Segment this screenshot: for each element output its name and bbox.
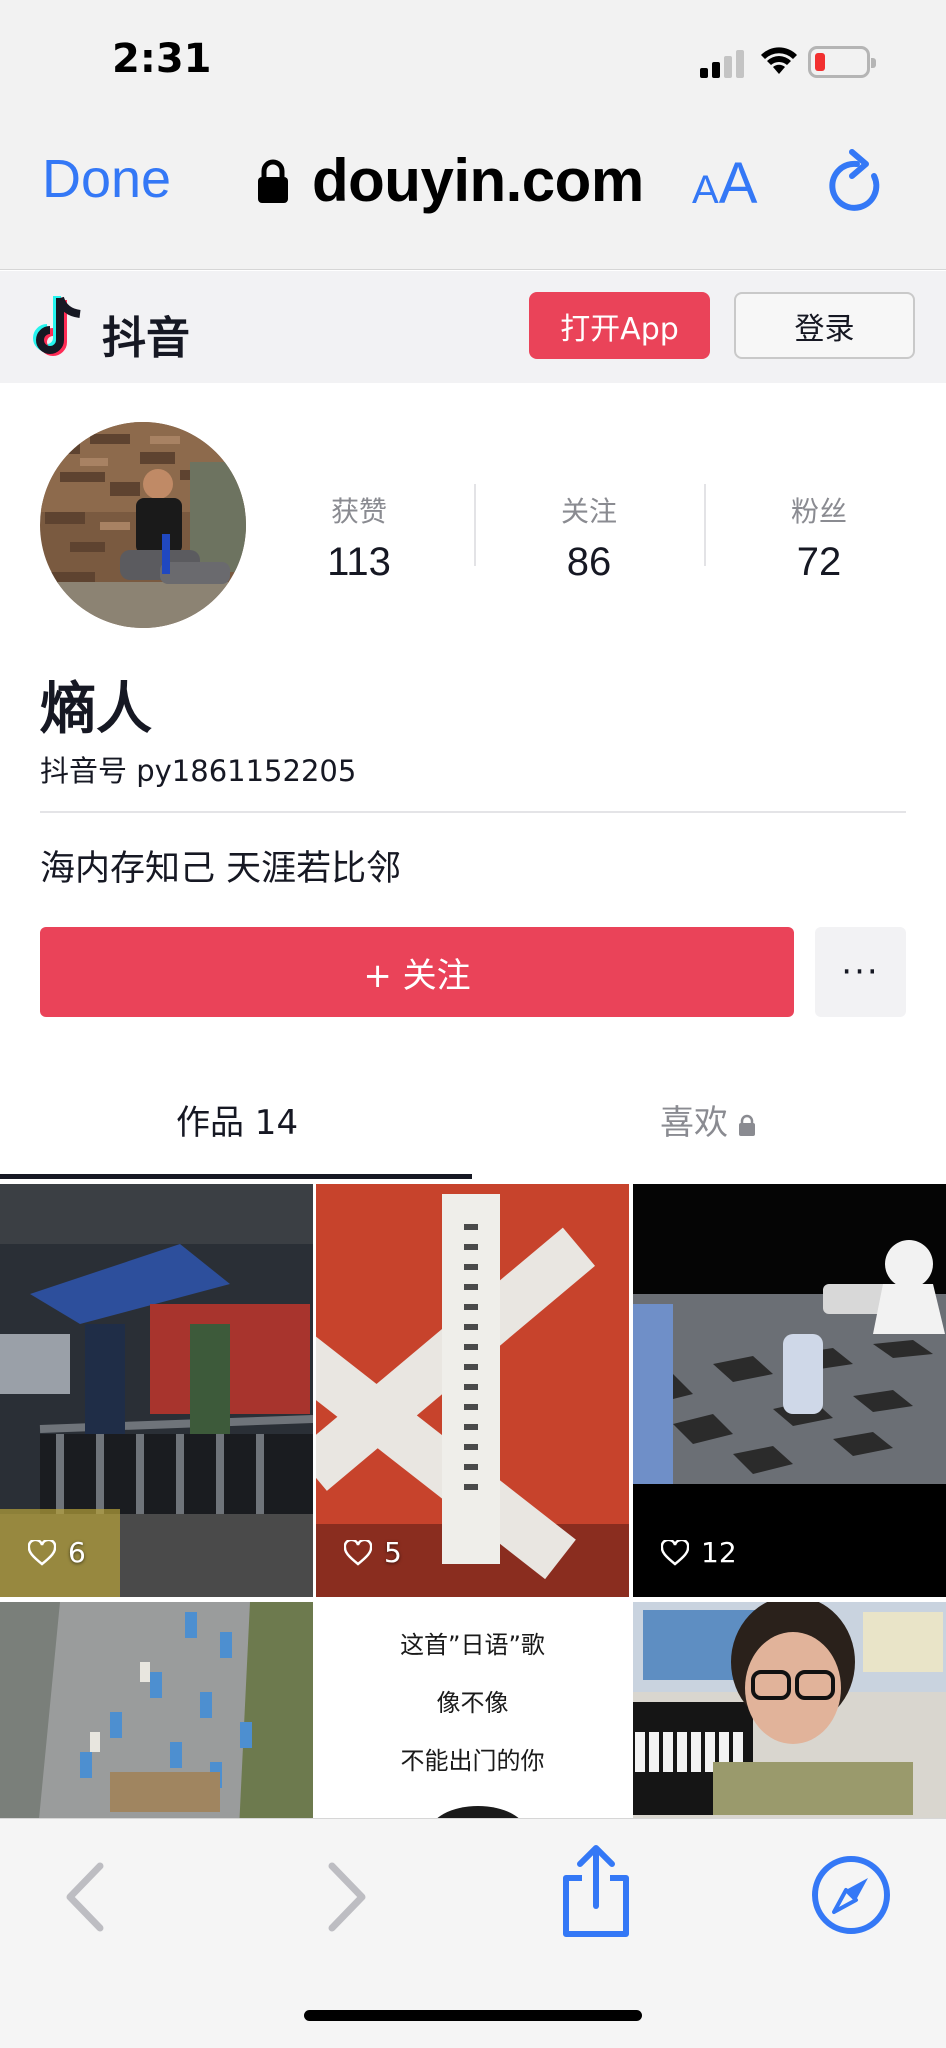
- forward-icon[interactable]: [326, 1862, 370, 1932]
- text-size-button[interactable]: AA: [692, 150, 757, 217]
- address-bar[interactable]: douyin.com: [312, 146, 644, 215]
- home-indicator: [304, 2010, 642, 2021]
- status-time: 2:31: [112, 36, 212, 82]
- stat-divider: [704, 484, 706, 566]
- status-bar: 2:31: [0, 0, 946, 120]
- video-caption: 这首”日语”歌 像不像 不能出门的你: [316, 1616, 629, 1790]
- stat-followers[interactable]: 粉丝 72: [739, 490, 899, 585]
- stat-followers-value: 72: [796, 540, 842, 584]
- reload-icon[interactable]: [826, 148, 888, 218]
- video-caption-line: 像不像: [436, 1689, 509, 1717]
- record-graphic: [437, 1806, 519, 1818]
- follow-button[interactable]: + 关注: [40, 927, 794, 1017]
- video-likes: 5: [344, 1536, 402, 1569]
- stat-likes-value: 113: [327, 540, 391, 584]
- tab-likes-label: 喜欢: [660, 1103, 728, 1143]
- profile-bio: 海内存知己 天涯若比邻: [40, 849, 402, 889]
- more-options-button[interactable]: ···: [815, 927, 906, 1017]
- video-likes-count: 12: [701, 1536, 737, 1569]
- video-likes-count: 6: [68, 1536, 86, 1569]
- lock-icon: [739, 1114, 755, 1136]
- login-button[interactable]: 登录: [734, 292, 915, 359]
- video-likes: 12: [661, 1536, 737, 1569]
- text-size-big-a: A: [718, 151, 758, 216]
- text-size-small-a: A: [692, 168, 719, 212]
- video-thumbnail[interactable]: [0, 1602, 313, 1818]
- heart-icon: [28, 1539, 56, 1566]
- video-thumbnail[interactable]: 这首”日语”歌 像不像 不能出门的你: [316, 1602, 629, 1818]
- stat-likes[interactable]: 获赞 113: [279, 490, 439, 585]
- share-icon[interactable]: [558, 1844, 634, 1940]
- video-likes-count: 5: [384, 1536, 402, 1569]
- douyin-logo-icon[interactable]: [30, 292, 94, 362]
- stat-followers-label: 粉丝: [790, 495, 847, 528]
- profile-nickname: 熵人: [40, 677, 152, 742]
- done-button[interactable]: Done: [42, 148, 171, 210]
- battery-icon: [808, 46, 876, 78]
- stat-following[interactable]: 关注 86: [509, 490, 669, 585]
- tab-likes[interactable]: 喜欢: [660, 1095, 756, 1144]
- heart-icon: [344, 1539, 372, 1566]
- wifi-icon: [761, 47, 797, 74]
- avatar[interactable]: [40, 422, 246, 628]
- brand-name[interactable]: 抖音: [102, 302, 190, 366]
- stat-following-label: 关注: [560, 495, 617, 528]
- stat-following-value: 86: [566, 540, 612, 584]
- video-thumbnail[interactable]: [633, 1602, 946, 1818]
- video-caption-line: 不能出门的你: [400, 1747, 545, 1775]
- tab-works[interactable]: 作品 14: [176, 1095, 298, 1144]
- douyin-id: 抖音号 py1861152205: [40, 754, 357, 788]
- video-thumbnail[interactable]: 6: [0, 1184, 313, 1597]
- stat-divider: [474, 484, 476, 566]
- video-caption-line: 这首”日语”歌: [400, 1631, 545, 1659]
- page: 2:31 Done douyin.com AA 抖音 打开App 登录 获赞 1…: [0, 0, 946, 2048]
- profile-divider: [40, 811, 906, 813]
- active-tab-indicator: [0, 1174, 472, 1179]
- compass-icon[interactable]: [810, 1854, 892, 1936]
- stat-likes-label: 获赞: [330, 495, 387, 528]
- video-thumbnail[interactable]: 12: [633, 1184, 946, 1597]
- video-grid: 6 5 12 这首”日语”歌 像不像 不能出门的你: [0, 1184, 946, 1818]
- open-app-button[interactable]: 打开App: [529, 292, 710, 359]
- video-likes: 6: [28, 1536, 86, 1569]
- back-icon[interactable]: [62, 1862, 106, 1932]
- heart-icon: [661, 1539, 689, 1566]
- cellular-signal-icon: [700, 48, 748, 78]
- video-thumbnail[interactable]: 5: [316, 1184, 629, 1597]
- lock-icon: [258, 159, 288, 203]
